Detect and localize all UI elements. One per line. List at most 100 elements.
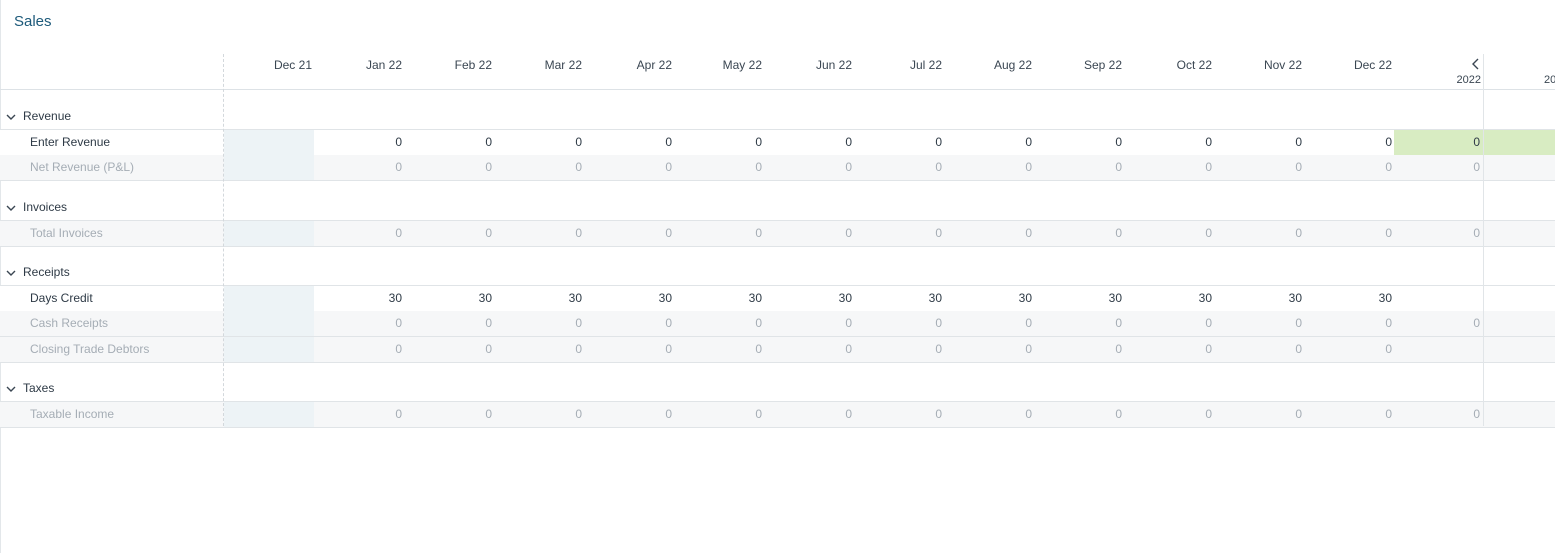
chevron-down-icon[interactable] <box>5 266 17 278</box>
value-cell: 0 <box>1025 160 1032 174</box>
chevron-down-icon[interactable] <box>5 382 17 394</box>
table-row-days-credit: Days Credit 30 30 30 30 30 30 30 30 30 30 30 30 <box>0 285 1555 312</box>
value-cell: 0 <box>935 226 942 240</box>
value-cell: 0 <box>1205 316 1212 330</box>
value-cell: 0 <box>485 407 492 421</box>
year-total-cell: 0 <box>1473 316 1480 330</box>
value-cell: 0 <box>935 342 942 356</box>
value-cell: 0 <box>1205 160 1212 174</box>
value-cell: 0 <box>1025 316 1032 330</box>
value-cell[interactable]: 0 <box>502 130 582 155</box>
chevron-down-icon[interactable] <box>5 110 17 122</box>
value-cell[interactable]: 30 <box>592 286 672 311</box>
value-cell: 0 <box>755 316 762 330</box>
value-cell: 0 <box>845 160 852 174</box>
opening-period-cell[interactable] <box>224 130 314 155</box>
value-cell: 0 <box>1115 226 1122 240</box>
value-cell: 0 <box>1115 160 1122 174</box>
period-start-divider <box>223 54 224 426</box>
value-cell: 0 <box>845 226 852 240</box>
value-cell[interactable]: 0 <box>862 130 942 155</box>
value-cell[interactable]: 30 <box>862 286 942 311</box>
value-cell[interactable]: 30 <box>1312 286 1392 311</box>
value-cell[interactable]: 0 <box>1312 130 1392 155</box>
month-header: Sep 22 <box>1083 58 1122 72</box>
value-cell: 0 <box>1385 316 1392 330</box>
table-row-enter-revenue: Enter Revenue 0 0 0 0 0 0 0 0 0 0 0 0 0 <box>0 129 1555 156</box>
value-cell: 0 <box>665 407 672 421</box>
value-cell: 0 <box>755 407 762 421</box>
value-cell: 0 <box>755 342 762 356</box>
opening-period-cell <box>224 402 314 427</box>
value-cell: 0 <box>485 342 492 356</box>
table-row-cash-receipts: Cash Receipts 0 0 0 0 0 0 0 0 0 0 0 0 0 <box>0 311 1555 337</box>
value-cell[interactable]: 30 <box>682 286 762 311</box>
value-cell[interactable]: 30 <box>502 286 582 311</box>
value-cell: 0 <box>485 316 492 330</box>
value-cell[interactable]: 0 <box>772 130 852 155</box>
value-cell: 0 <box>1385 160 1392 174</box>
row-label: Days Credit <box>30 291 93 305</box>
value-cell: 0 <box>755 160 762 174</box>
value-cell: 0 <box>575 342 582 356</box>
year-total-cell[interactable]: 0 <box>1416 130 1480 155</box>
year-total-cell: 0 <box>1473 160 1480 174</box>
value-cell: 0 <box>395 226 402 240</box>
month-header: Mar 22 <box>544 58 582 72</box>
value-cell: 0 <box>1205 407 1212 421</box>
value-cell: 0 <box>1025 226 1032 240</box>
value-cell[interactable]: 0 <box>952 130 1032 155</box>
year-total-cell: 0 <box>1473 407 1480 421</box>
value-cell[interactable]: 0 <box>1042 130 1122 155</box>
value-cell[interactable]: 0 <box>322 130 402 155</box>
row-label: Taxable Income <box>30 407 115 421</box>
value-cell[interactable]: 0 <box>412 130 492 155</box>
opening-period-cell <box>224 155 314 180</box>
value-cell: 0 <box>485 226 492 240</box>
value-cell[interactable]: 30 <box>952 286 1032 311</box>
value-cell: 0 <box>845 316 852 330</box>
year-total-cell[interactable] <box>1416 286 1480 311</box>
value-cell[interactable]: 0 <box>682 130 762 155</box>
section-header-revenue: Revenue <box>0 103 1555 129</box>
value-cell: 0 <box>935 316 942 330</box>
value-cell: 0 <box>665 342 672 356</box>
value-cell: 0 <box>1385 407 1392 421</box>
value-cell[interactable]: 0 <box>1222 130 1302 155</box>
month-header: Feb 22 <box>454 58 492 72</box>
table-row-closing-trade-debtors: Closing Trade Debtors 0 0 0 0 0 0 0 0 0 0 0 0 <box>0 337 1555 363</box>
value-cell: 0 <box>1385 226 1392 240</box>
opening-period-cell <box>224 311 314 336</box>
value-cell[interactable]: 30 <box>772 286 852 311</box>
row-label: Cash Receipts <box>30 316 109 330</box>
month-header: Jun 22 <box>815 58 852 72</box>
chevron-down-icon[interactable] <box>5 201 17 213</box>
row-label: Total Invoices <box>30 226 103 240</box>
value-cell: 0 <box>1115 342 1122 356</box>
value-cell[interactable]: 30 <box>1042 286 1122 311</box>
value-cell: 0 <box>1025 407 1032 421</box>
opening-period-cell <box>224 221 314 246</box>
row-label: Net Revenue (P&L) <box>30 160 135 174</box>
month-header: Jan 22 <box>365 58 402 72</box>
value-cell[interactable]: 30 <box>322 286 402 311</box>
section-header-taxes: Taxes <box>0 375 1555 401</box>
page-title: Sales <box>14 13 52 30</box>
value-cell: 0 <box>1295 226 1302 240</box>
value-cell[interactable]: 30 <box>1132 286 1212 311</box>
value-cell: 0 <box>485 160 492 174</box>
value-cell: 0 <box>1205 226 1212 240</box>
value-cell[interactable]: 0 <box>1132 130 1212 155</box>
table-row-total-invoices: Total Invoices 0 0 0 0 0 0 0 0 0 0 0 0 0 <box>0 220 1555 247</box>
value-cell: 0 <box>1115 407 1122 421</box>
section-header-invoices: Invoices <box>0 194 1555 220</box>
value-cell[interactable]: 30 <box>1222 286 1302 311</box>
value-cell[interactable]: 0 <box>592 130 672 155</box>
value-cell[interactable]: 30 <box>412 286 492 311</box>
value-cell: 0 <box>575 226 582 240</box>
year-divider <box>1483 54 1484 426</box>
year-total-cell <box>1416 337 1480 362</box>
year-total-cell: 0 <box>1473 226 1480 240</box>
value-cell: 0 <box>1025 342 1032 356</box>
opening-period-cell[interactable] <box>224 286 314 311</box>
